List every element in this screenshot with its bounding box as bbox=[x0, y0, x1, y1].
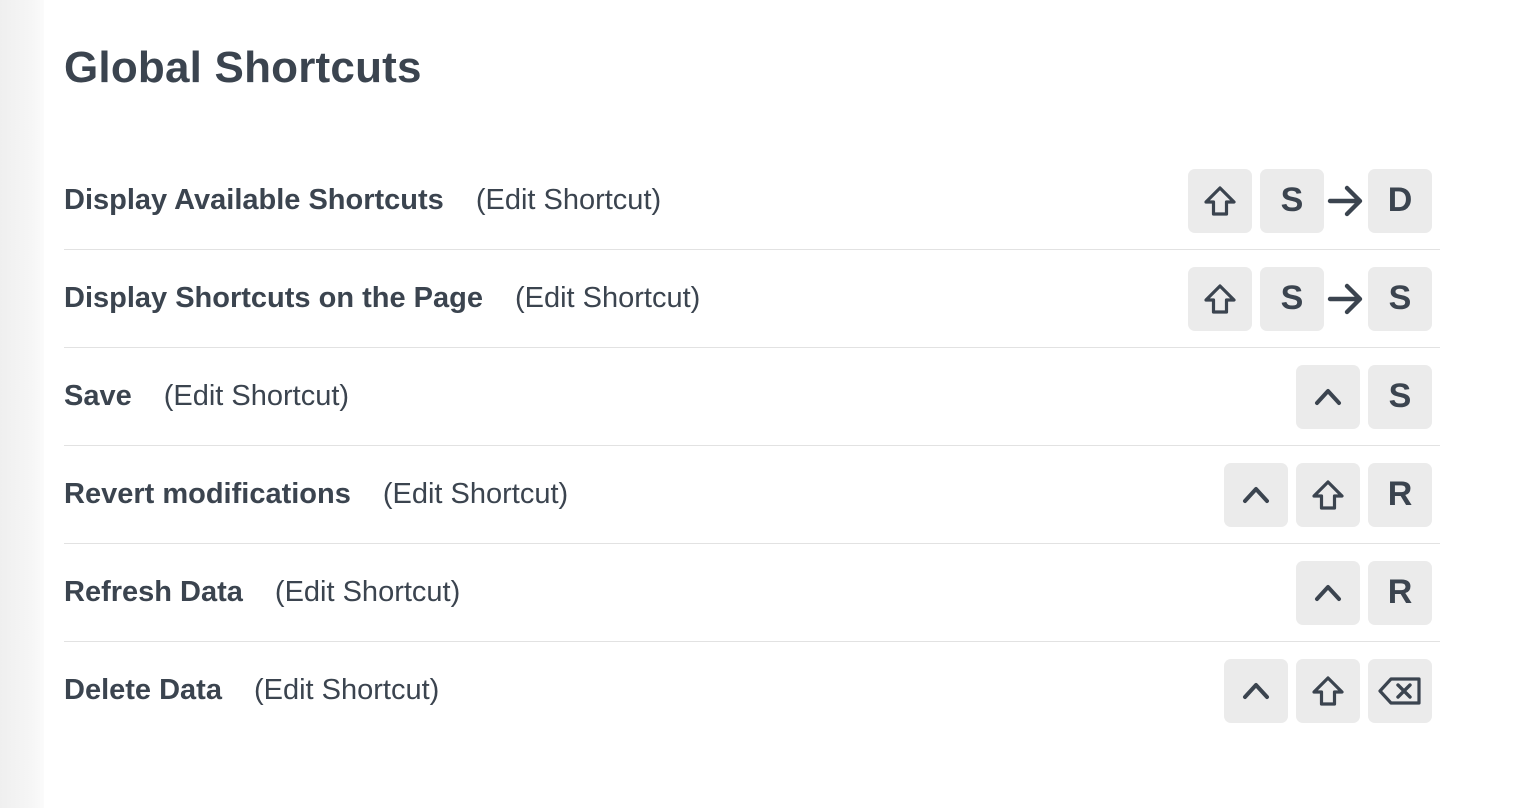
shortcut-row: Revert modifications (Edit Shortcut) R bbox=[64, 446, 1440, 544]
edit-shortcut-link[interactable]: (Edit Shortcut) bbox=[254, 674, 439, 707]
keycap-shift bbox=[1188, 168, 1252, 233]
shortcut-row: Save (Edit Shortcut) S bbox=[64, 348, 1440, 446]
key-combination: SS bbox=[1188, 266, 1432, 331]
keycap-control bbox=[1224, 462, 1288, 527]
shift-icon bbox=[1202, 184, 1238, 218]
shortcut-name: Revert modifications bbox=[64, 478, 351, 510]
edit-shortcut-link[interactable]: (Edit Shortcut) bbox=[275, 576, 460, 609]
arrow-right-icon bbox=[1326, 267, 1366, 331]
shortcut-label-group: Display Shortcuts on the Page (Edit Short… bbox=[64, 282, 700, 315]
shortcut-label-group: Revert modifications (Edit Shortcut) bbox=[64, 478, 568, 511]
keycap-control bbox=[1296, 364, 1360, 429]
shift-icon bbox=[1202, 282, 1238, 316]
keycap-letter: S bbox=[1260, 266, 1324, 331]
keycap-letter: S bbox=[1260, 168, 1324, 233]
edit-shortcut-link[interactable]: (Edit Shortcut) bbox=[515, 282, 700, 315]
shortcut-name: Save bbox=[64, 380, 132, 412]
key-combination: R bbox=[1224, 462, 1432, 527]
edit-shortcut-link[interactable]: (Edit Shortcut) bbox=[476, 184, 661, 217]
shortcut-name: Refresh Data bbox=[64, 576, 243, 608]
keycap-backspace bbox=[1368, 658, 1432, 723]
shortcut-name: Display Shortcuts on the Page bbox=[64, 282, 483, 314]
keycap-letter: S bbox=[1368, 266, 1432, 331]
edit-shortcut-link[interactable]: (Edit Shortcut) bbox=[383, 478, 568, 511]
shortcut-row: Display Available Shortcuts (Edit Shortcu… bbox=[64, 152, 1440, 250]
backspace-icon bbox=[1377, 675, 1423, 707]
keycap-shift bbox=[1188, 266, 1252, 331]
shortcut-name: Delete Data bbox=[64, 674, 222, 706]
key-combination: SD bbox=[1188, 168, 1432, 233]
keycap-shift bbox=[1296, 462, 1360, 527]
keycap-letter: D bbox=[1368, 168, 1432, 233]
shortcut-row: Delete Data (Edit Shortcut) bbox=[64, 642, 1440, 739]
shortcut-row: Refresh Data (Edit Shortcut) R bbox=[64, 544, 1440, 642]
shortcut-label-group: Delete Data (Edit Shortcut) bbox=[64, 674, 439, 707]
shortcut-label-group: Save (Edit Shortcut) bbox=[64, 380, 349, 413]
page-title: Global Shortcuts bbox=[64, 43, 422, 92]
shift-icon bbox=[1310, 674, 1346, 708]
shortcut-label-group: Refresh Data (Edit Shortcut) bbox=[64, 576, 460, 609]
keycap-letter: R bbox=[1368, 560, 1432, 625]
keycap-letter: S bbox=[1368, 364, 1432, 429]
shortcut-label-group: Display Available Shortcuts (Edit Shortcu… bbox=[64, 184, 661, 217]
keycap-shift bbox=[1296, 658, 1360, 723]
shortcut-list: Display Available Shortcuts (Edit Shortcu… bbox=[64, 152, 1440, 739]
keycap-letter: R bbox=[1368, 462, 1432, 527]
control-icon bbox=[1313, 385, 1343, 409]
edit-shortcut-link[interactable]: (Edit Shortcut) bbox=[164, 380, 349, 413]
shift-icon bbox=[1310, 478, 1346, 512]
control-icon bbox=[1241, 679, 1271, 703]
key-combination: R bbox=[1296, 560, 1432, 625]
shortcut-row: Display Shortcuts on the Page (Edit Short… bbox=[64, 250, 1440, 348]
left-panel-edge bbox=[0, 0, 44, 808]
shortcut-name: Display Available Shortcuts bbox=[64, 184, 444, 216]
arrow-right-icon bbox=[1326, 169, 1366, 233]
control-icon bbox=[1241, 483, 1271, 507]
keycap-control bbox=[1296, 560, 1360, 625]
keycap-control bbox=[1224, 658, 1288, 723]
key-combination: S bbox=[1296, 364, 1432, 429]
key-combination bbox=[1224, 658, 1432, 723]
control-icon bbox=[1313, 581, 1343, 605]
